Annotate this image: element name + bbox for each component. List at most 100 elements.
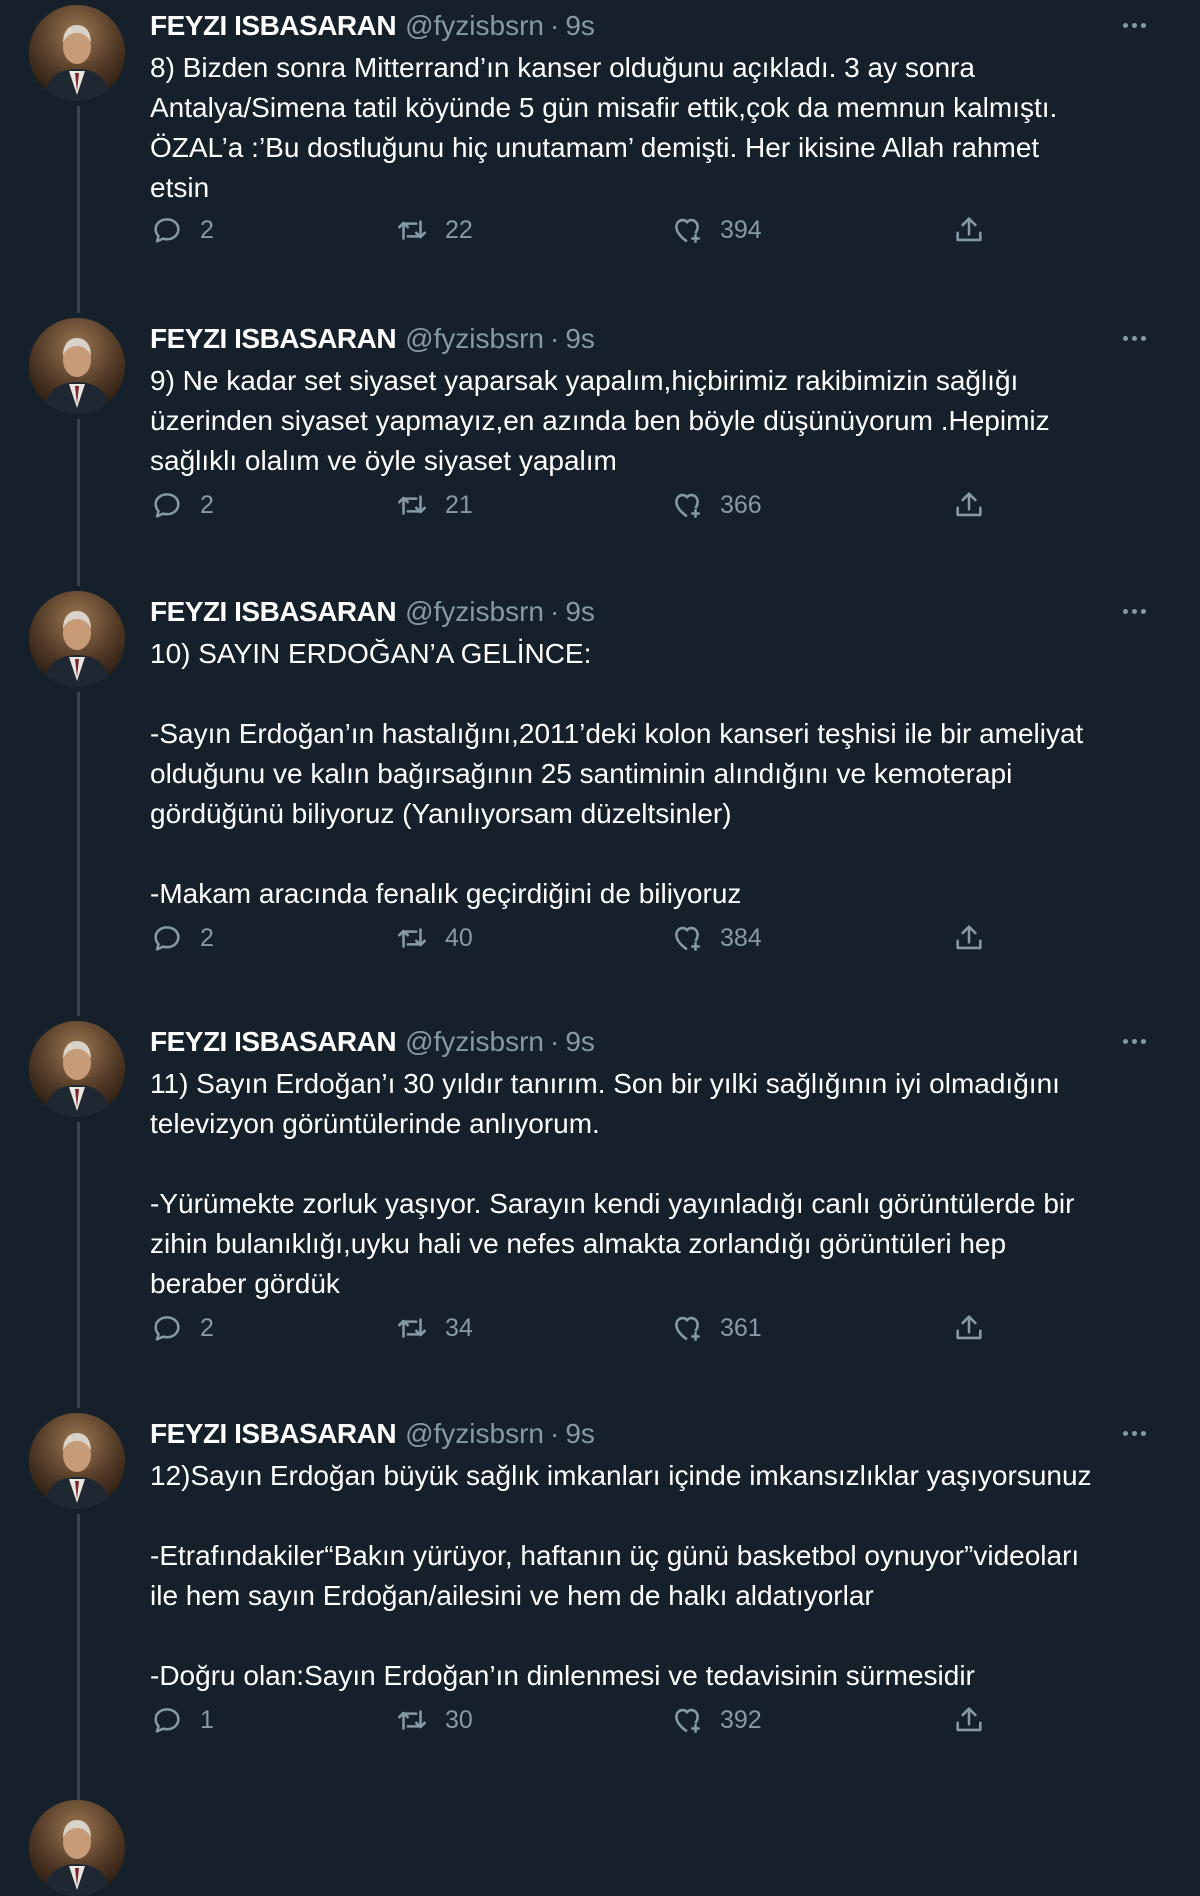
share-button[interactable] — [952, 1698, 986, 1742]
tweet-timestamp[interactable]: 9s — [565, 1026, 595, 1058]
avatar[interactable] — [29, 1021, 125, 1117]
retweet-button[interactable]: 21 — [395, 483, 473, 527]
tweet-text-line: üzerinden siyaset yapmayız,en azında ben… — [150, 405, 1050, 436]
tweet-text-line: sağlıklı olalım ve öyle siyaset yapalım — [150, 445, 617, 476]
author-name[interactable]: FEYZI ISBASARAN — [150, 323, 397, 355]
author-name[interactable]: FEYZI ISBASARAN — [150, 1026, 397, 1058]
like-button[interactable]: 384 — [670, 916, 762, 960]
author-handle[interactable]: @fyzisbsrn — [405, 1026, 544, 1058]
tweet-text-line: 12)Sayın Erdoğan büyük sağlık imkanları … — [150, 1460, 1092, 1491]
tweet-text-line: beraber gördük — [150, 1268, 340, 1299]
tweet-timestamp[interactable]: 9s — [565, 10, 595, 42]
author-handle[interactable]: @fyzisbsrn — [405, 596, 544, 628]
tweet-actions: 2 34 361 — [150, 1306, 1010, 1350]
heart-icon — [670, 1311, 704, 1345]
header-separator: · — [549, 323, 560, 354]
retweet-count: 21 — [445, 490, 473, 519]
tweet[interactable]: FEYZI ISBASARAN @fyzisbsrn · 9s 12)Sayın Erd… — [0, 1408, 1200, 1815]
reply-count: 2 — [200, 490, 214, 519]
tweet-header: FEYZI ISBASARAN @fyzisbsrn · 9s — [150, 1414, 595, 1454]
share-button[interactable] — [952, 1306, 986, 1350]
avatar[interactable] — [29, 318, 125, 414]
header-separator: · — [549, 596, 560, 627]
like-button[interactable]: 366 — [670, 483, 762, 527]
tweet-header: FEYZI ISBASARAN @fyzisbsrn · 9s — [150, 592, 595, 632]
reply-button[interactable]: 2 — [150, 483, 214, 527]
like-button[interactable]: 361 — [670, 1306, 762, 1350]
more-icon[interactable] — [1112, 10, 1156, 40]
tweet-header: FEYZI ISBASARAN @fyzisbsrn · 9s — [150, 6, 595, 46]
tweet-actions: 2 40 384 — [150, 916, 1010, 960]
tweet-text-line: -Sayın Erdoğan’ın hastalığını,2011’deki … — [150, 718, 1084, 749]
author-handle[interactable]: @fyzisbsrn — [405, 323, 544, 355]
share-button[interactable] — [952, 916, 986, 960]
tweet-text-line: etsin — [150, 172, 210, 203]
tweet-text: 12)Sayın Erdoğan büyük sağlık imkanları … — [150, 1456, 1150, 1696]
author-name[interactable]: FEYZI ISBASARAN — [150, 596, 397, 628]
retweet-button[interactable]: 34 — [395, 1306, 473, 1350]
tweet-timestamp[interactable]: 9s — [565, 1418, 595, 1450]
share-icon — [952, 921, 986, 955]
heart-icon — [670, 1703, 704, 1737]
reply-button[interactable]: 2 — [150, 208, 214, 252]
tweet-text-line: ile hem sayın Erdoğan/ailesini ve hem de… — [150, 1580, 874, 1611]
like-button[interactable]: 392 — [670, 1698, 762, 1742]
like-button[interactable]: 394 — [670, 208, 762, 252]
tweet-timestamp[interactable]: 9s — [565, 323, 595, 355]
retweet-icon — [395, 1311, 429, 1345]
thread-connector-line — [77, 1122, 80, 1408]
reply-button[interactable]: 1 — [150, 1698, 214, 1742]
author-name[interactable]: FEYZI ISBASARAN — [150, 1418, 397, 1450]
tweet-text-line — [150, 1616, 1150, 1656]
tweet-actions: 2 22 394 — [150, 208, 1010, 252]
retweet-count: 34 — [445, 1313, 473, 1342]
more-icon[interactable] — [1112, 1418, 1156, 1448]
tweet-text-line: gördüğünü biliyoruz (Yanılıyorsam düzelt… — [150, 798, 732, 829]
tweet-timestamp[interactable]: 9s — [565, 596, 595, 628]
tweet-text-line — [150, 834, 1150, 874]
tweet-text-line: 8) Bizden sonra Mitterrand’ın kanser old… — [150, 52, 975, 83]
reply-button[interactable]: 2 — [150, 916, 214, 960]
next-tweet-avatar[interactable] — [29, 1800, 125, 1896]
reply-button[interactable]: 2 — [150, 1306, 214, 1350]
retweet-button[interactable]: 40 — [395, 916, 473, 960]
share-button[interactable] — [952, 208, 986, 252]
like-count: 392 — [720, 1705, 762, 1734]
tweet-text-line — [150, 1144, 1150, 1184]
avatar[interactable] — [29, 1413, 125, 1509]
tweet[interactable]: FEYZI ISBASARAN @fyzisbsrn · 9s 8) Bizden so… — [0, 0, 1200, 313]
share-button[interactable] — [952, 483, 986, 527]
reply-icon — [150, 1703, 184, 1737]
author-name[interactable]: FEYZI ISBASARAN — [150, 10, 397, 42]
more-icon[interactable] — [1112, 323, 1156, 353]
avatar[interactable] — [29, 5, 125, 101]
share-icon — [952, 213, 986, 247]
tweet-thread: FEYZI ISBASARAN @fyzisbsrn · 9s 8) Bizden so… — [0, 0, 1200, 1896]
tweet-text-line: 10) SAYIN ERDOĞAN’A GELİNCE: — [150, 638, 592, 669]
tweet-text-line: 11) Sayın Erdoğan’ı 30 yıldır tanırım. S… — [150, 1068, 1060, 1099]
like-count: 361 — [720, 1313, 762, 1342]
retweet-icon — [395, 921, 429, 955]
retweet-button[interactable]: 22 — [395, 208, 473, 252]
tweet-header: FEYZI ISBASARAN @fyzisbsrn · 9s — [150, 1022, 595, 1062]
like-count: 384 — [720, 923, 762, 952]
author-handle[interactable]: @fyzisbsrn — [405, 1418, 544, 1450]
heart-icon — [670, 488, 704, 522]
thread-connector-line — [77, 419, 80, 586]
more-icon[interactable] — [1112, 1026, 1156, 1056]
tweet[interactable]: FEYZI ISBASARAN @fyzisbsrn · 9s 10) SAYIN ER… — [0, 586, 1200, 1016]
header-separator: · — [549, 1418, 560, 1449]
author-handle[interactable]: @fyzisbsrn — [405, 10, 544, 42]
tweet-header: FEYZI ISBASARAN @fyzisbsrn · 9s — [150, 319, 595, 359]
tweet[interactable]: FEYZI ISBASARAN @fyzisbsrn · 9s 9) Ne kadar … — [0, 313, 1200, 586]
heart-icon — [670, 213, 704, 247]
avatar[interactable] — [29, 591, 125, 687]
tweet[interactable]: FEYZI ISBASARAN @fyzisbsrn · 9s 11) Sayın Er… — [0, 1016, 1200, 1408]
tweet-text-line: Antalya/Simena tatil köyünde 5 gün misaf… — [150, 92, 1058, 123]
tweet-text-line — [150, 1496, 1150, 1536]
retweet-button[interactable]: 30 — [395, 1698, 473, 1742]
more-icon[interactable] — [1112, 596, 1156, 626]
reply-icon — [150, 1311, 184, 1345]
retweet-count: 30 — [445, 1705, 473, 1734]
heart-icon — [670, 921, 704, 955]
